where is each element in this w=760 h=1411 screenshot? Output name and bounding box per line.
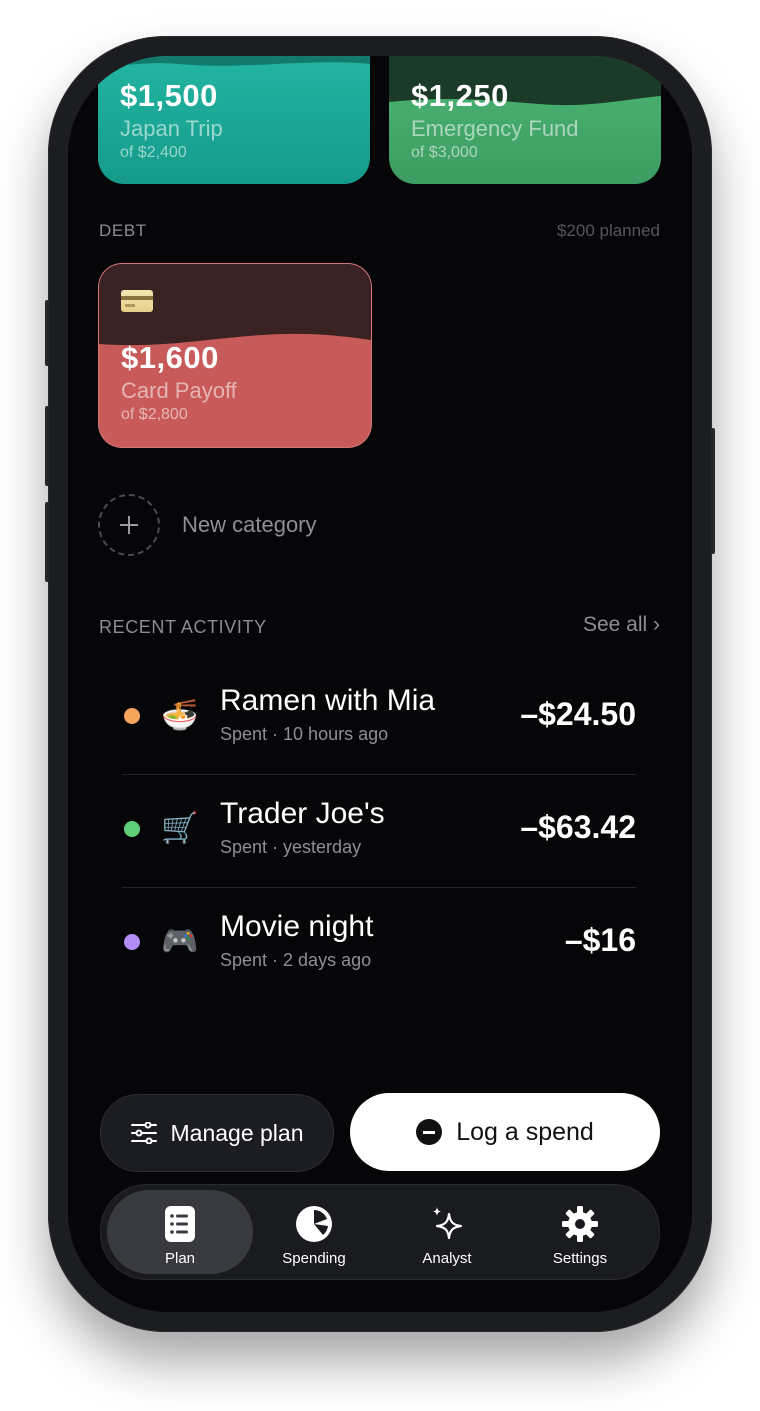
debt-name: Card Payoff — [121, 378, 237, 403]
activity-amount: –$16 — [564, 922, 636, 958]
goal-target: of $2,400 — [120, 144, 187, 161]
ramen-icon: 🍜 — [161, 699, 199, 732]
sparkles-icon — [433, 1207, 463, 1240]
tab-label: Spending — [282, 1250, 346, 1267]
pie-chart-icon — [296, 1206, 332, 1242]
credit-card-icon — [121, 290, 153, 312]
manage-plan-button[interactable]: Manage plan — [100, 1094, 334, 1172]
sliders-icon — [130, 1122, 157, 1144]
tab-label: Plan — [164, 1250, 196, 1267]
app-screen: $1,500 Japan Trip of $2,400 $1,250 Emerg… — [68, 56, 692, 1312]
goal-card-japan-trip[interactable]: $1,500 Japan Trip of $2,400 — [98, 56, 370, 184]
debt-planned: $200 planned — [556, 221, 660, 240]
category-dot — [124, 934, 140, 950]
side-button — [45, 300, 49, 366]
goal-name: Japan Trip — [120, 116, 223, 141]
tab-label: Settings — [552, 1250, 608, 1267]
activity-row[interactable]: 🛒 Trader Joe's Spent · yesterday –$63.42 — [122, 775, 636, 888]
category-dot — [124, 821, 140, 837]
side-button — [45, 502, 49, 582]
tab-plan[interactable]: Plan — [107, 1190, 253, 1274]
plus-icon — [98, 494, 160, 556]
minus-circle-icon — [416, 1119, 443, 1145]
category-dot — [124, 708, 140, 724]
new-category-label: New category — [182, 512, 317, 537]
shopping-cart-icon: 🛒 — [161, 812, 199, 845]
game-controller-icon: 🎮 — [161, 925, 199, 958]
activity-row[interactable]: 🍜 Ramen with Mia Spent · 10 hours ago –$… — [122, 662, 636, 775]
debt-card-card-payoff[interactable]: $1,600 Card Payoff of $2,800 — [98, 263, 372, 448]
activity-title: Ramen with Mia — [220, 684, 436, 717]
recent-activity-label: RECENT ACTIVITY — [99, 617, 267, 637]
manage-plan-label: Manage plan — [170, 1119, 304, 1146]
see-all-link[interactable]: See all › — [583, 613, 660, 637]
log-spend-button[interactable]: Log a spend — [350, 1093, 660, 1171]
activity-title: Movie night — [220, 910, 374, 943]
activity-subtitle: Spent · yesterday — [220, 837, 362, 857]
goal-name: Emergency Fund — [411, 116, 579, 141]
activity-list: 🍜 Ramen with Mia Spent · 10 hours ago –$… — [122, 662, 636, 1000]
side-button — [711, 428, 715, 554]
debt-section-label: DEBT — [99, 221, 147, 240]
new-category-button[interactable]: New category — [98, 494, 317, 556]
tab-settings[interactable]: Settings — [507, 1190, 653, 1274]
goal-card-emergency-fund[interactable]: $1,250 Emergency Fund of $3,000 — [389, 56, 661, 184]
tab-spending[interactable]: Spending — [241, 1190, 387, 1274]
activity-amount: –$63.42 — [520, 809, 636, 845]
list-icon — [165, 1206, 195, 1242]
log-spend-label: Log a spend — [456, 1117, 594, 1146]
tab-bar: Plan Spending Analyst Settings — [100, 1184, 660, 1280]
activity-title: Trader Joe's — [220, 797, 385, 830]
activity-subtitle: Spent · 10 hours ago — [220, 724, 389, 744]
activity-amount: –$24.50 — [520, 696, 636, 732]
tab-analyst[interactable]: Analyst — [374, 1190, 520, 1274]
gear-icon — [562, 1206, 598, 1242]
goal-amount: $1,500 — [120, 78, 218, 113]
side-button — [45, 406, 49, 486]
activity-row[interactable]: 🎮 Movie night Spent · 2 days ago –$16 — [122, 888, 636, 1000]
debt-target: of $2,800 — [121, 406, 188, 423]
debt-amount: $1,600 — [121, 340, 219, 375]
card-gap — [370, 56, 389, 184]
tab-label: Analyst — [422, 1250, 472, 1267]
activity-subtitle: Spent · 2 days ago — [220, 950, 372, 970]
goal-amount: $1,250 — [411, 78, 509, 113]
goal-target: of $3,000 — [411, 144, 478, 161]
